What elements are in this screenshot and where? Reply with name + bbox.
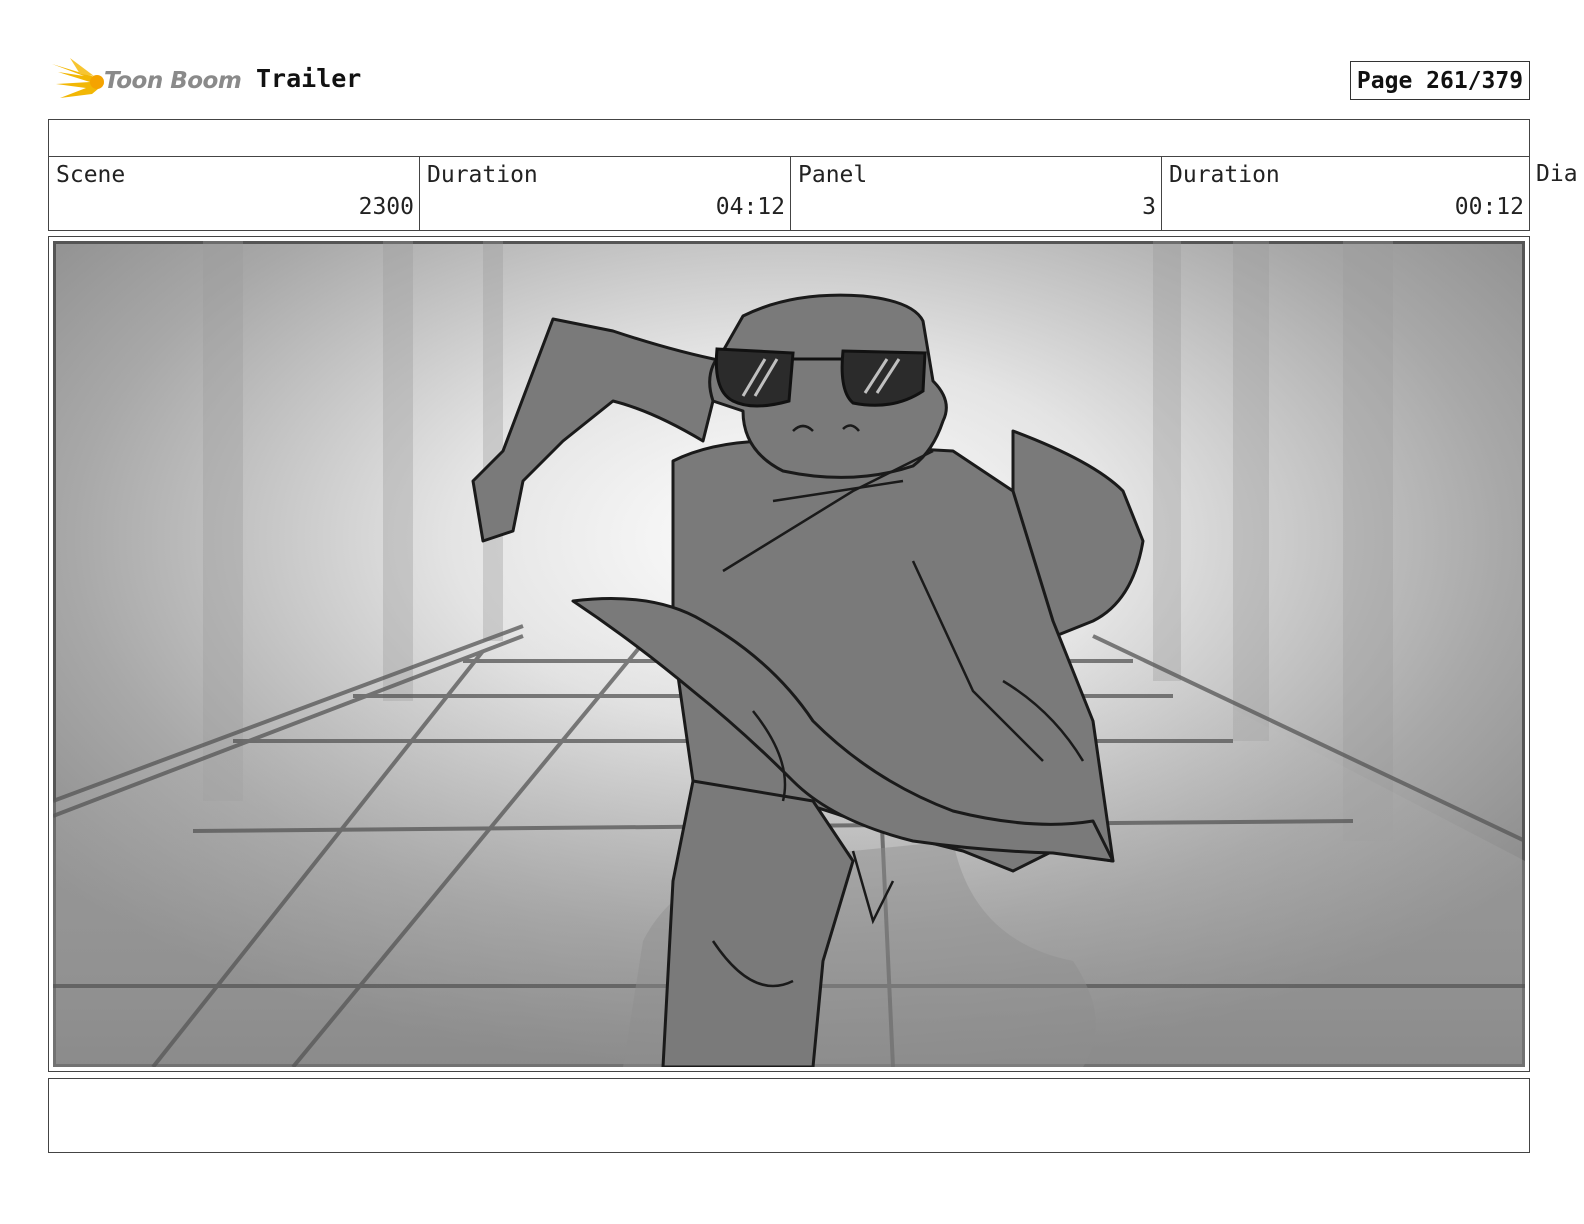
scene-cell: Scene 2300: [48, 156, 420, 231]
panel-image-frame: [48, 236, 1530, 1072]
scene-duration-label: Duration: [427, 162, 538, 188]
panel-duration-cell: Duration 00:12: [1161, 156, 1530, 231]
header-strip: [48, 119, 1530, 157]
project-title: Trailer: [256, 64, 362, 93]
panel-cell: Panel 3: [790, 156, 1162, 231]
scene-duration-value: 04:12: [715, 194, 785, 220]
panel-sketch-image: [53, 241, 1525, 1067]
panel-value: 3: [1142, 194, 1156, 220]
page-indicator: Page 261/379: [1350, 61, 1530, 100]
scene-label: Scene: [56, 162, 126, 188]
panel-label: Panel: [798, 162, 868, 188]
scene-value: 2300: [358, 194, 414, 220]
panel-duration-label: Duration: [1169, 162, 1280, 188]
notes-box: [48, 1078, 1530, 1153]
dialogue-label: Dia: [1536, 161, 1578, 187]
panel-duration-value: 00:12: [1454, 194, 1524, 220]
scene-duration-cell: Duration 04:12: [419, 156, 791, 231]
toon-boom-logo-icon: [52, 58, 104, 104]
logo-text: Toon Boom: [104, 68, 242, 94]
info-row: Scene 2300 Duration 04:12 Panel 3 Durati…: [48, 156, 1584, 231]
toon-boom-logo: Toon Boom: [50, 54, 242, 108]
